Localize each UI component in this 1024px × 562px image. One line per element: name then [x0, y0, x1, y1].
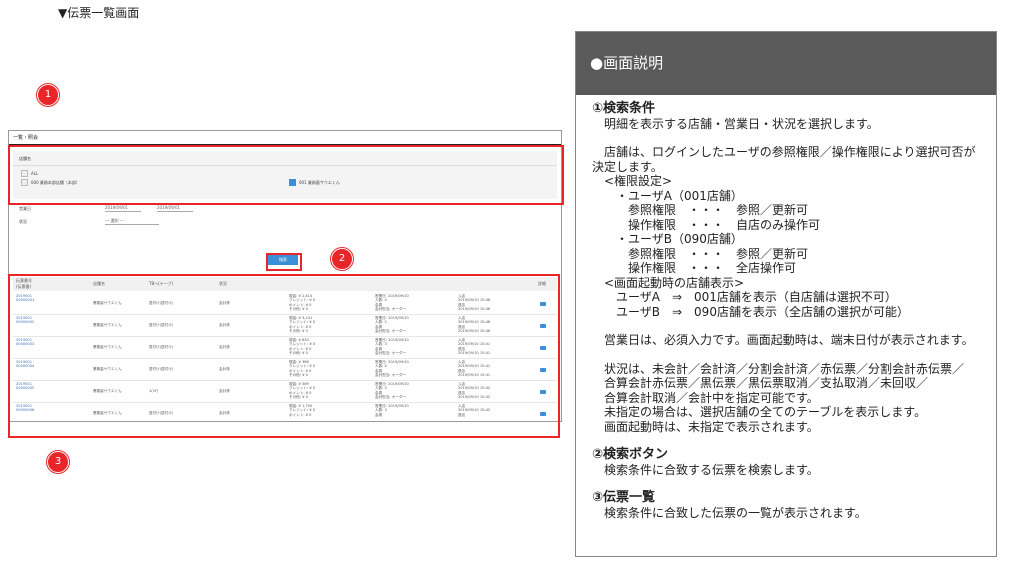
badge-2: 2: [331, 248, 353, 270]
description-line: 営業日は、必須入力です。画面起動時は、端末日付が表示されます。: [592, 333, 974, 347]
description-line: 合算会計取消／会計中を指定可能です。: [592, 390, 819, 405]
description-line: 合算会計赤伝票／黒伝票／黒伝票取消／支払取消／未回収／: [592, 376, 929, 390]
description-line: 参照権限 ・・・ 参照／更新可: [592, 203, 809, 217]
description-line: ・ユーザA（001店舗）: [592, 188, 743, 203]
highlight-slip-list: [8, 274, 560, 438]
highlight-search-button: [266, 253, 302, 271]
description-line: ユーザA ⇒ 001店舗を表示（自店舗は選択不可）: [592, 290, 897, 304]
description-line: 画面起動時は、未指定で表示されます。: [592, 419, 819, 434]
description-line: ・ユーザB（090店舗）: [592, 232, 743, 246]
status-select[interactable]: --- 選択 ---: [105, 218, 159, 225]
badge-3: 3: [47, 451, 69, 473]
description-line: 操作権限 ・・・ 自店のみ操作可: [592, 217, 821, 232]
description-header: ●画面説明: [576, 32, 996, 95]
description-line: 参照権限 ・・・ 参照／更新可: [592, 246, 809, 261]
description-line: <画面起動時の店舗表示>: [592, 275, 745, 290]
description-line: 検索条件に合致する伝票を検索します。: [592, 462, 819, 477]
date-label: 営業日: [19, 206, 31, 211]
section-heading: ③伝票一覧: [592, 490, 656, 505]
section-heading: ②検索ボタン: [592, 447, 669, 462]
description-line: 状況は、未会計／会計済／分割会計済／赤伝票／分割会計赤伝票／: [592, 361, 965, 376]
mock-header: 一覧・照会: [9, 131, 561, 145]
description-line: 操作権限 ・・・ 全店操作可: [592, 261, 797, 275]
description-panel: ●画面説明 ①検索条件 明細を表示する店舗・営業日・状況を選択します。 店舗は、…: [575, 31, 997, 557]
highlight-search-conditions: [8, 145, 564, 205]
description-line: ユーザB ⇒ 090店舗を表示（全店舗の選択が可能）: [592, 304, 909, 319]
description-body: ①検索条件 明細を表示する店舗・営業日・状況を選択します。 店舗は、ログインした…: [592, 101, 990, 520]
date-from-input[interactable]: 2019/09/01: [105, 205, 141, 212]
description-line: 明細を表示する店舗・営業日・状況を選択します。: [592, 116, 879, 131]
status-label: 状況: [19, 219, 27, 224]
description-line: <権限設定>: [592, 174, 673, 188]
section-heading: ①検索条件: [592, 101, 656, 116]
description-line: 未指定の場合は、選択店舗の全てのテーブルを表示します。: [592, 405, 927, 419]
page-title: ▼伝票一覧画面: [58, 6, 140, 20]
description-line: 決定します。: [592, 159, 663, 174]
badge-1: 1: [37, 84, 59, 106]
description-line: 店舗は、ログインしたユーザの参照権限／操作権限により選択可否が: [592, 145, 976, 159]
description-line: 検索条件に合致した伝票の一覧が表示されます。: [592, 505, 867, 520]
date-to-input[interactable]: 2019/09/01: [157, 205, 193, 212]
